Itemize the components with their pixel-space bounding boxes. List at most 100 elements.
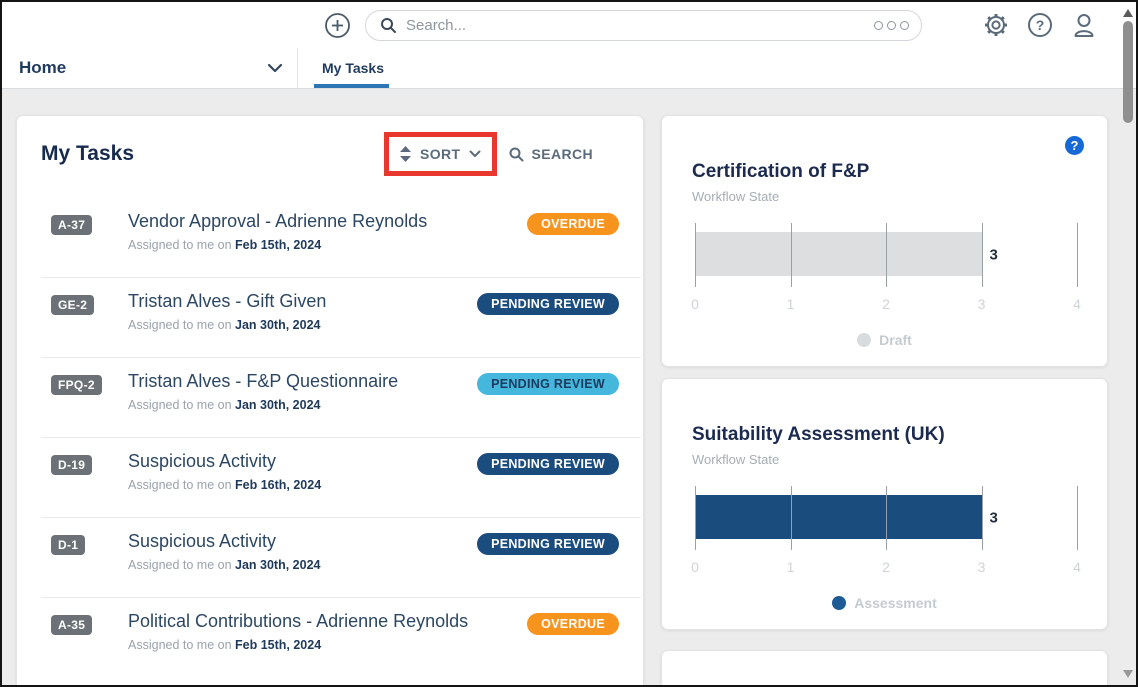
search-icon: [380, 17, 397, 34]
gridline: [791, 486, 792, 550]
home-label: Home: [19, 58, 267, 78]
bar-value-label: 3: [990, 510, 998, 527]
x-axis-ticks: 01234: [695, 559, 1077, 576]
gear-icon: [982, 11, 1010, 39]
chart-bar: [695, 232, 982, 276]
sort-button[interactable]: SORT: [400, 146, 482, 162]
panel-search-button[interactable]: SEARCH: [509, 146, 593, 162]
task-list: A-37 Vendor Approval - Adrienne Reynolds…: [17, 198, 643, 678]
task-list-item[interactable]: GE-2 Tristan Alves - Gift Given Assigned…: [41, 278, 641, 358]
task-id-badge: D-19: [51, 455, 92, 475]
task-id-badge: GE-2: [51, 295, 94, 315]
app-window: ? Home My Tasks My Tasks: [0, 0, 1138, 687]
chart-card-suitability: Suitability Assessment (UK) Workflow Sta…: [661, 378, 1108, 630]
tick-label: 1: [787, 559, 795, 575]
global-search: [365, 10, 922, 41]
chart-bar: [695, 495, 982, 539]
tab-my-tasks[interactable]: My Tasks: [310, 48, 396, 88]
bar-chart: 3: [695, 486, 1077, 550]
tick-label: 1: [787, 296, 795, 312]
task-id-badge: A-37: [51, 215, 92, 235]
status-badge: PENDING REVIEW: [477, 293, 619, 315]
task-title: Tristan Alves - F&P Questionnaire: [128, 370, 477, 393]
top-bar: ?: [2, 2, 1136, 48]
tick-label: 2: [882, 296, 890, 312]
svg-text:?: ?: [1036, 17, 1045, 33]
chart-legend: Assessment: [662, 595, 1107, 611]
user-icon: [1070, 11, 1098, 39]
task-list-item[interactable]: D-19 Suspicious Activity Assigned to me …: [41, 438, 641, 518]
status-badge: OVERDUE: [527, 613, 619, 635]
gridline: [695, 223, 696, 287]
sort-arrows-icon: [400, 146, 411, 162]
task-id-badge: D-1: [51, 535, 85, 555]
my-tasks-panel: My Tasks SORT: [16, 115, 644, 685]
task-title: Vendor Approval - Adrienne Reynolds: [128, 210, 527, 233]
account-button[interactable]: [1070, 11, 1098, 39]
task-assigned-text: Assigned to me on Jan 30th, 2024: [128, 558, 477, 572]
chart-subtitle: Workflow State: [692, 452, 1079, 467]
task-title: Political Contributions - Adrienne Reyno…: [128, 610, 527, 633]
status-badge: PENDING REVIEW: [477, 453, 619, 475]
tick-label: 4: [1073, 296, 1081, 312]
task-id-badge: A-35: [51, 615, 92, 635]
scrollbar-thumb[interactable]: [1123, 21, 1133, 123]
task-assigned-text: Assigned to me on Feb 15th, 2024: [128, 238, 527, 252]
gridline: [1077, 223, 1078, 287]
task-id-badge: FPQ-2: [51, 375, 102, 395]
create-button[interactable]: [324, 12, 351, 39]
tick-label: 3: [978, 296, 986, 312]
task-list-item[interactable]: A-35 Political Contributions - Adrienne …: [41, 598, 641, 678]
chart-subtitle: Workflow State: [692, 189, 1079, 204]
gridline: [886, 223, 887, 287]
task-assigned-text: Assigned to me on Feb 16th, 2024: [128, 478, 477, 492]
tick-label: 3: [978, 559, 986, 575]
bar-value-label: 3: [990, 247, 998, 264]
chart-title: Certification of F&P: [692, 161, 1079, 183]
search-input[interactable]: [406, 17, 874, 34]
status-badge: OVERDUE: [527, 213, 619, 235]
scroll-down-arrow[interactable]: [1123, 670, 1133, 678]
chart-title: Suitability Assessment (UK): [692, 424, 1079, 446]
task-assigned-text: Assigned to me on Jan 30th, 2024: [128, 398, 477, 412]
legend-label: Assessment: [854, 595, 937, 611]
chart-card-certification: ? Certification of F&P Workflow State 3 …: [661, 115, 1108, 367]
plus-circle-icon: [324, 12, 351, 39]
chart-legend: Draft: [662, 332, 1107, 348]
partial-card: [661, 650, 1108, 685]
task-title: Tristan Alves - Gift Given: [128, 290, 477, 313]
page-scrollbar: [1120, 2, 1136, 685]
help-icon[interactable]: ?: [1065, 136, 1084, 155]
task-list-item[interactable]: FPQ-2 Tristan Alves - F&P Questionnaire …: [41, 358, 641, 438]
tick-label: 2: [882, 559, 890, 575]
chevron-down-icon: [469, 150, 481, 158]
gridline: [982, 223, 983, 287]
page-title: My Tasks: [41, 142, 384, 166]
task-title: Suspicious Activity: [128, 530, 477, 553]
task-list-item[interactable]: D-1 Suspicious Activity Assigned to me o…: [41, 518, 641, 598]
x-axis-ticks: 01234: [695, 296, 1077, 313]
annotation-highlight: SORT: [384, 132, 498, 176]
home-dropdown[interactable]: Home: [2, 48, 298, 88]
task-list-item[interactable]: A-37 Vendor Approval - Adrienne Reynolds…: [41, 198, 641, 278]
help-button[interactable]: ?: [1026, 11, 1054, 39]
main-content: My Tasks SORT: [2, 89, 1136, 685]
task-assigned-text: Assigned to me on Feb 15th, 2024: [128, 638, 527, 652]
gridline: [695, 486, 696, 550]
legend-dot: [832, 596, 846, 610]
active-tab-underline: [314, 84, 389, 88]
settings-button[interactable]: [982, 11, 1010, 39]
tick-label: 4: [1073, 559, 1081, 575]
scroll-up-arrow[interactable]: [1123, 9, 1133, 17]
status-badge: PENDING REVIEW: [477, 373, 619, 395]
kebab-icon[interactable]: [874, 21, 909, 30]
chevron-down-icon: [267, 63, 283, 73]
gridline: [886, 486, 887, 550]
bar-chart: 3: [695, 223, 1077, 287]
nav-bar: Home My Tasks: [2, 48, 1136, 89]
task-assigned-text: Assigned to me on Jan 30th, 2024: [128, 318, 477, 332]
tick-label: 0: [691, 559, 699, 575]
status-badge: PENDING REVIEW: [477, 533, 619, 555]
gridline: [1077, 486, 1078, 550]
legend-dot: [857, 333, 871, 347]
